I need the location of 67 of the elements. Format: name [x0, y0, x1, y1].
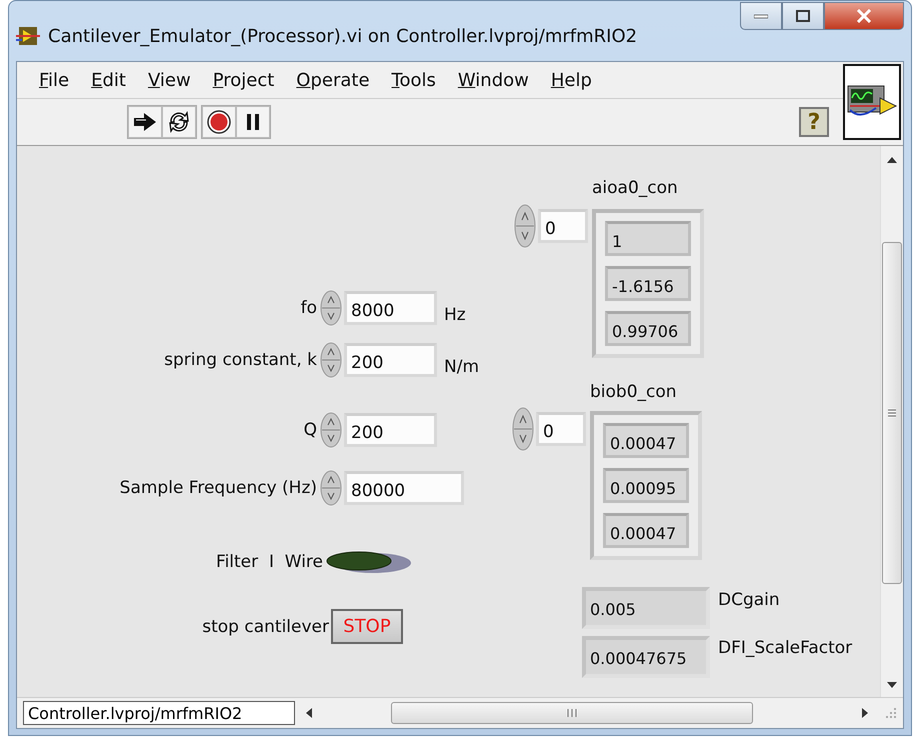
abort-button[interactable] [202, 106, 236, 138]
control-label: spring constant, k [163, 350, 318, 370]
led-label: Filter I Wire [215, 552, 324, 572]
increment-decrement-icon[interactable] [320, 470, 342, 506]
menu-item[interactable]: File [29, 70, 82, 90]
scroll-thumb[interactable] [882, 242, 902, 584]
control-label: Q [302, 420, 318, 440]
increment-decrement-icon[interactable] [320, 412, 342, 448]
scroll-down-icon[interactable] [886, 681, 898, 689]
array-label: biob0_con [590, 382, 677, 402]
vertical-scrollbar[interactable] [880, 146, 903, 697]
resize-grip-icon[interactable] [885, 707, 897, 719]
vi-icon [843, 64, 901, 140]
array-element: 0.00047 [603, 423, 689, 458]
menu-item[interactable]: Window [448, 70, 541, 90]
stop-label: stop cantilever [201, 616, 330, 636]
arrow-icon [132, 111, 158, 133]
array-label: aioa0_con [592, 178, 678, 198]
scroll-thumb[interactable] [391, 702, 753, 724]
numeric-field[interactable]: 8000 [344, 291, 437, 325]
unit-label: N/m [444, 357, 480, 377]
numeric-field[interactable]: 80000 [344, 471, 464, 505]
array-element: -1.6156 [605, 266, 691, 301]
unit-label: Hz [444, 305, 466, 325]
menu-item[interactable]: Tools [382, 70, 448, 90]
run-continuously-button[interactable] [162, 106, 196, 138]
execution-target[interactable]: Controller.lvproj/mrfmRIO2 [23, 701, 295, 725]
close-button[interactable] [824, 2, 904, 30]
array-element: 1 [605, 221, 691, 256]
menu-item[interactable]: Project [202, 70, 286, 90]
array-element: 0.00047 [603, 513, 689, 548]
menu-item[interactable]: Operate [286, 70, 382, 90]
numeric-field[interactable]: 200 [344, 343, 437, 377]
scroll-left-icon[interactable] [305, 707, 313, 719]
increment-decrement-icon[interactable] [320, 290, 342, 326]
menu-item[interactable]: View [138, 70, 203, 90]
index-field[interactable]: 0 [538, 209, 588, 243]
index-field[interactable]: 0 [536, 412, 586, 446]
scroll-right-icon[interactable] [861, 707, 869, 719]
menu-item[interactable]: Help [540, 70, 604, 90]
minimize-button[interactable] [740, 2, 782, 30]
array-element: 0.00095 [603, 468, 689, 503]
increment-decrement-icon[interactable] [320, 342, 342, 378]
cycle-arrows-icon [166, 110, 192, 134]
pause-button[interactable] [236, 106, 270, 138]
maximize-button[interactable] [782, 2, 824, 30]
control-label: fo [300, 298, 318, 318]
increment-decrement-icon[interactable] [514, 204, 536, 248]
numeric-field[interactable]: 200 [344, 413, 437, 447]
maximize-icon [796, 10, 810, 22]
numeric-indicator: 0.00047675 [582, 636, 710, 678]
numeric-indicator: 0.005 [582, 587, 710, 629]
indicator-label: DFI_ScaleFactor [718, 638, 852, 658]
indicator-label: DCgain [718, 590, 780, 610]
close-icon [856, 9, 872, 23]
control-label: Sample Frequency (Hz) [118, 478, 318, 498]
minimize-icon [754, 13, 768, 19]
stop-icon [206, 109, 232, 135]
menu-item[interactable]: Edit [81, 70, 138, 90]
run-button[interactable] [128, 106, 162, 138]
help-button[interactable]: ? [799, 107, 829, 137]
window-title: Cantilever_Emulator_(Processor).vi on Controller.lvproj/mrfmRIO2 [48, 26, 638, 46]
led-indicator[interactable] [325, 550, 413, 574]
scroll-up-icon[interactable] [886, 156, 898, 164]
app-icon [16, 26, 40, 46]
array-element: 0.99706 [605, 311, 691, 346]
increment-decrement-icon[interactable] [512, 407, 534, 451]
